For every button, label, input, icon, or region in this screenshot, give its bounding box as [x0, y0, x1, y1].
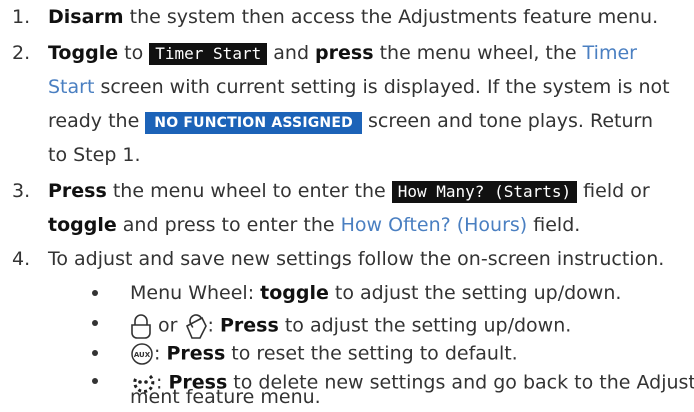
step-text-line: Start screen with current setting is dis…	[48, 76, 670, 98]
step-text-line: to Step 1.	[48, 144, 141, 166]
bullet-text: ment feature menu.	[130, 386, 321, 408]
bullet-text: or : Press to adjust the setting up/down…	[130, 312, 571, 340]
step-number: 1.	[12, 6, 31, 28]
how-many-starts-tag: How Many? (Starts)	[391, 181, 578, 203]
aux-icon: AUX	[131, 343, 153, 365]
bullet-text: AUX : Press to reset the setting to defa…	[130, 342, 518, 366]
bold-term: Disarm	[48, 6, 124, 28]
step-number: 3.	[12, 180, 31, 202]
step-number: 4.	[12, 248, 31, 270]
lock-icon	[131, 314, 151, 339]
step-text: To adjust and save new settings follow t…	[48, 248, 665, 270]
svg-text:AUX: AUX	[134, 351, 151, 359]
timer-start-tag: Timer Start	[149, 43, 268, 65]
timer-start-link: Timer	[582, 42, 637, 64]
step-text-line: Toggle to Timer Start and press the menu…	[48, 42, 637, 65]
step-text: Disarm the system then access the Adjust…	[48, 6, 659, 28]
instruction-document: 1. Disarm the system then access the Adj…	[0, 0, 694, 412]
step-text-line: toggle and press to enter the How Often?…	[48, 214, 581, 236]
step-number: 2.	[12, 42, 31, 64]
no-function-assigned-tag: NO FUNCTION ASSIGNED	[145, 112, 362, 134]
unlock-icon	[185, 314, 207, 339]
how-often-link: How Often? (Hours)	[340, 214, 528, 236]
bullet-text: Menu Wheel: toggle to adjust the setting…	[130, 282, 622, 304]
step-text-line: Press the menu wheel to enter the How Ma…	[48, 180, 650, 203]
step-text-line: ready the NO FUNCTION ASSIGNED screen an…	[48, 110, 654, 134]
